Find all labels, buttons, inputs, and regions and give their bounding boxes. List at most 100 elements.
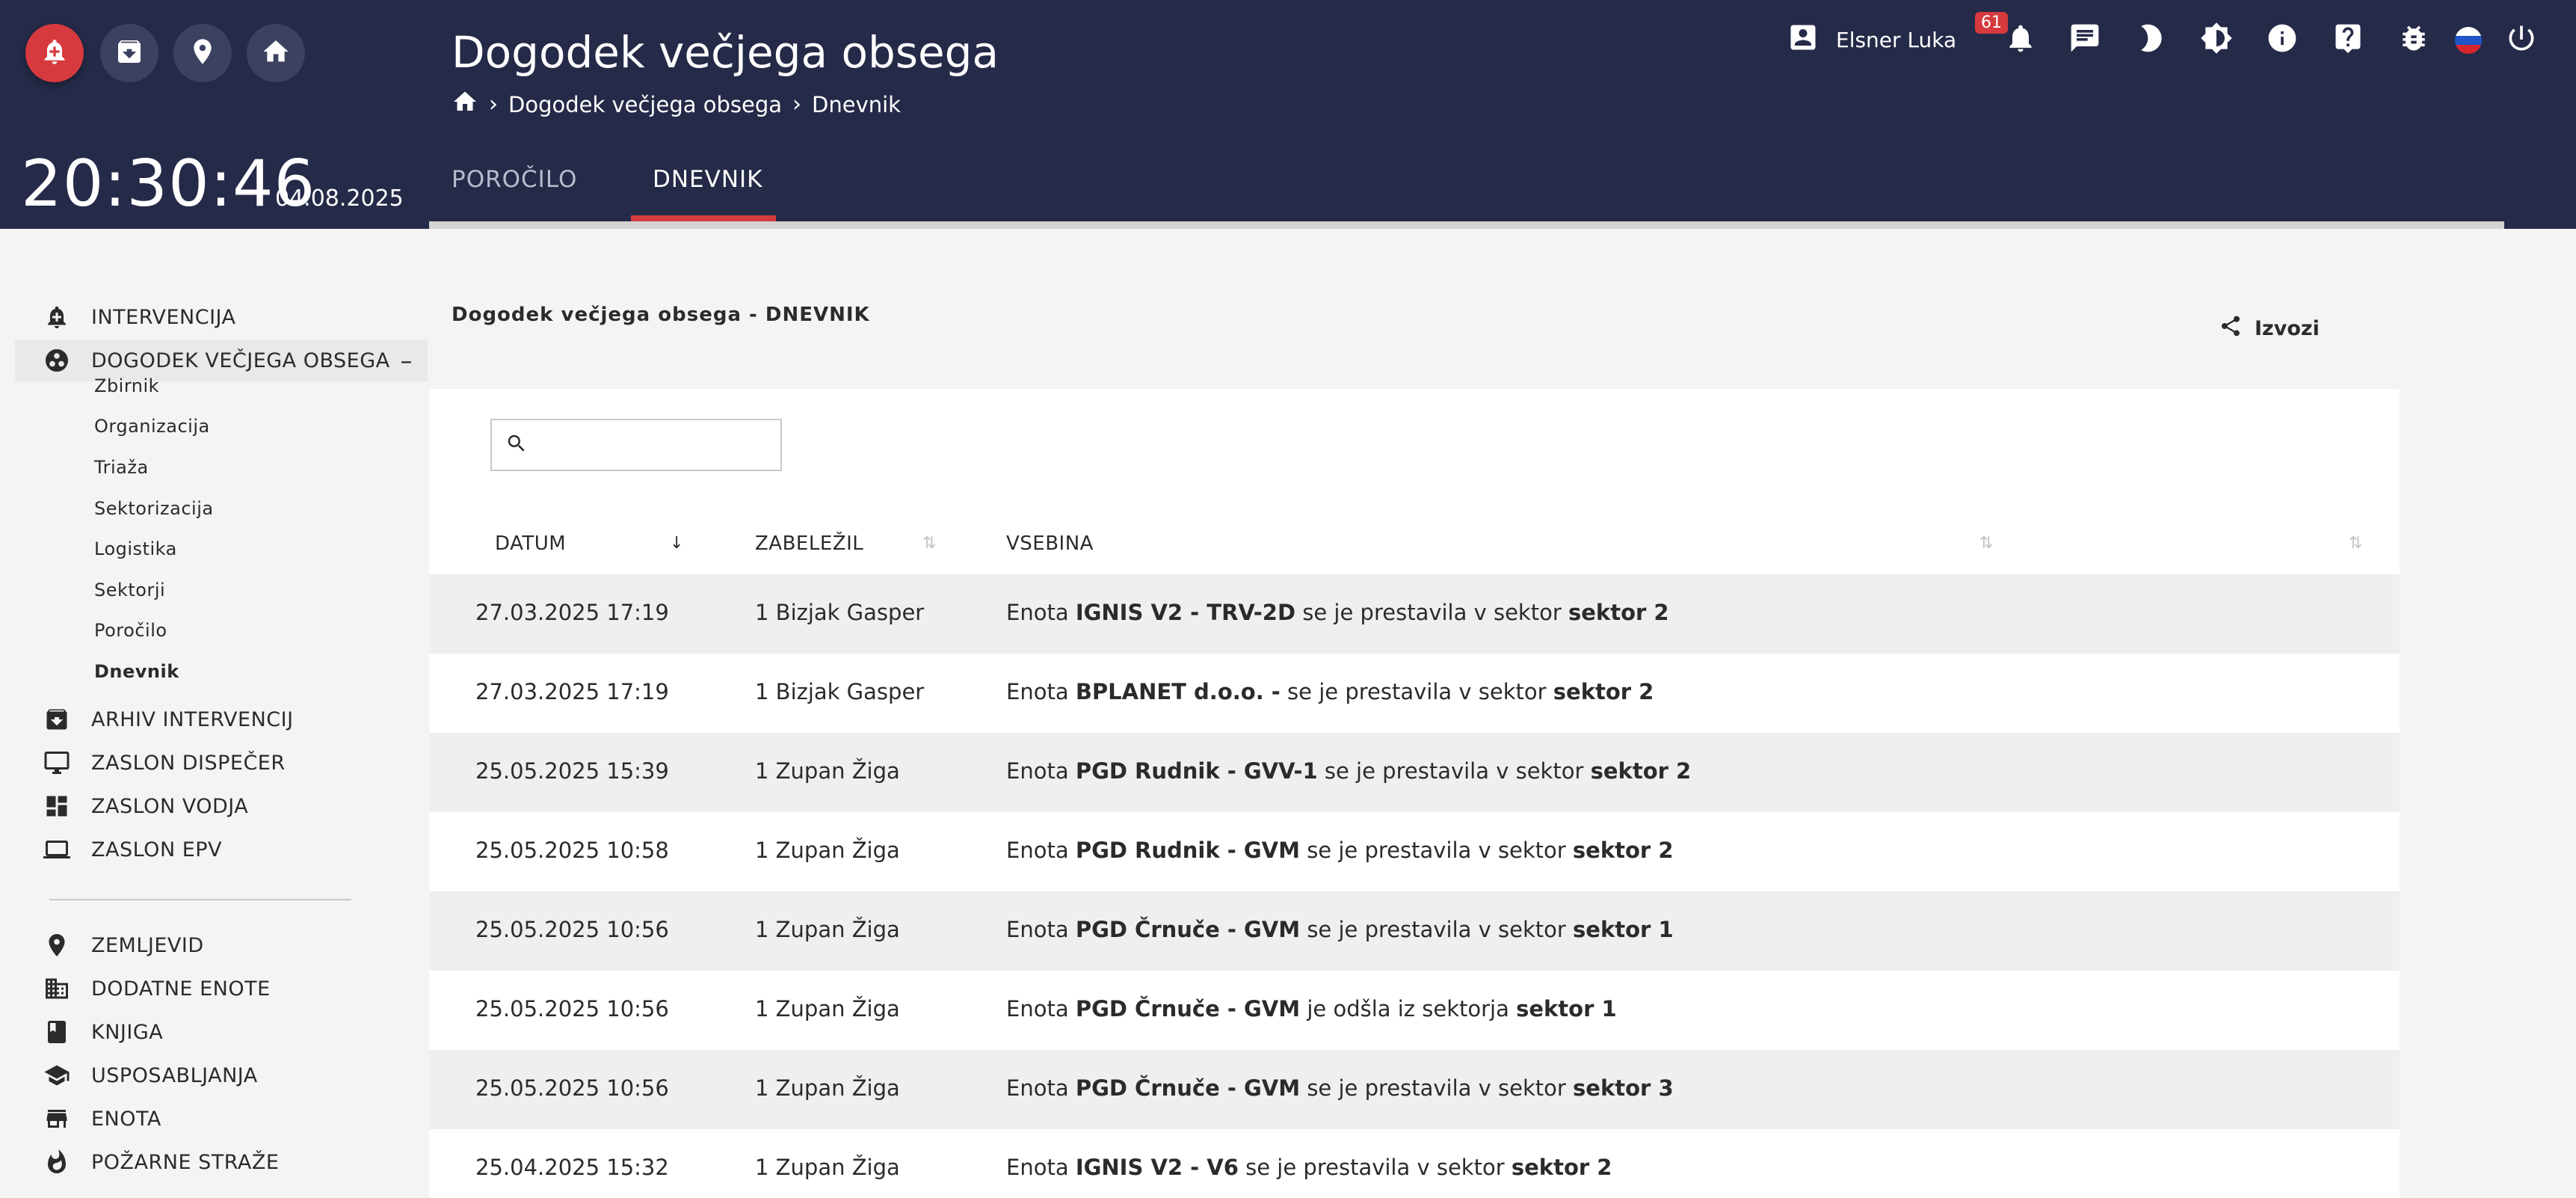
bell-icon <box>2004 22 2037 58</box>
sidebar-item-usposabljanja[interactable]: USPOSABLJANJA <box>0 1054 258 1096</box>
sort-icon[interactable]: ⇅ <box>922 534 936 553</box>
sidebar-item-pozarne-straze[interactable]: POŽARNE STRAŽE <box>0 1141 279 1183</box>
export-button[interactable]: Izvozi <box>2219 314 2320 343</box>
sidebar-subitem-sektorizacija[interactable]: Sektorizacija <box>94 498 214 519</box>
school-icon <box>42 1060 72 1090</box>
home-button[interactable] <box>247 24 305 82</box>
contrast-toggle[interactable] <box>2199 22 2234 57</box>
cell-date: 25.05.2025 10:56 <box>475 917 669 942</box>
alarm-add-icon <box>40 37 70 70</box>
help-button[interactable] <box>2331 22 2365 57</box>
bug-icon <box>2397 22 2430 58</box>
sidebar-item-label: ZASLON VODJA <box>91 794 249 818</box>
chevron-right-icon: › <box>489 91 498 117</box>
sidebar-subitem-triaza[interactable]: Triaža <box>94 457 149 478</box>
table-header: DATUM ↓ ZABELEŽIL ⇅ VSEBINA ⇅ ⇅ <box>429 514 2400 574</box>
logout-button[interactable] <box>2504 22 2539 57</box>
sidebar-subitem-sektorji[interactable]: Sektorji <box>94 580 165 600</box>
sidebar-item-zaslon-dispecer[interactable]: ZASLON DISPEČER <box>0 742 286 784</box>
table-row[interactable]: 25.05.2025 15:39 1 Zupan Žiga Enota PGD … <box>429 733 2400 812</box>
breadcrumb-item[interactable]: Dogodek večjega obsega <box>508 92 782 117</box>
alarm-add-icon <box>42 302 72 332</box>
sidebar: INTERVENCIJA DOGODEK VEČJEGA OBSEGA – Zb… <box>0 229 428 1198</box>
sidebar-item-zemljevid[interactable]: ZEMLJEVID <box>0 924 204 966</box>
messages-button[interactable] <box>2068 22 2102 57</box>
sidebar-item-zaslon-vodja[interactable]: ZASLON VODJA <box>0 785 248 827</box>
sidebar-item-label: ZEMLJEVID <box>91 933 204 957</box>
sidebar-item-label: INTERVENCIJA <box>91 305 236 329</box>
column-header-zabelezil[interactable]: ZABELEŽIL <box>755 532 863 555</box>
cell-recorded-by: 1 Zupan Žiga <box>755 1075 900 1101</box>
slovenia-flag-icon[interactable] <box>2455 27 2482 54</box>
sidebar-item-intervencija[interactable]: INTERVENCIJA <box>0 296 236 338</box>
sidebar-item-zaslon-epv[interactable]: ZASLON EPV <box>0 829 222 870</box>
sidebar-subitem-organizacija[interactable]: Organizacija <box>94 416 210 437</box>
sidebar-item-knjiga[interactable]: KNJIGA <box>0 1011 163 1053</box>
table-row[interactable]: 25.05.2025 10:56 1 Zupan Žiga Enota PGD … <box>429 1050 2400 1129</box>
clock-date: 04.08.2025 <box>275 185 404 212</box>
clock-time: 20:30:46 <box>21 147 316 221</box>
table-row[interactable]: 25.04.2025 15:32 1 Zupan Žiga Enota IGNI… <box>429 1129 2400 1198</box>
cell-recorded-by: 1 Zupan Žiga <box>755 917 900 942</box>
map-button[interactable] <box>173 24 232 82</box>
sidebar-item-arhiv-intervencij[interactable]: ARHIV INTERVENCIJ <box>0 698 294 740</box>
sort-icon[interactable]: ⇅ <box>1979 534 1993 553</box>
notifications-button[interactable] <box>2003 22 2038 57</box>
app-header: 20:30:46 04.08.2025 Dogodek večjega obse… <box>0 0 2576 229</box>
column-header-datum[interactable]: DATUM <box>495 532 566 555</box>
table-row[interactable]: 25.05.2025 10:56 1 Zupan Žiga Enota PGD … <box>429 971 2400 1050</box>
export-label: Izvozi <box>2255 317 2320 340</box>
cell-recorded-by: 1 Bizjak Gasper <box>755 600 925 625</box>
cell-recorded-by: 1 Zupan Žiga <box>755 1155 900 1180</box>
sort-icon[interactable]: ⇅ <box>2349 534 2362 553</box>
info-button[interactable] <box>2265 22 2299 57</box>
cell-recorded-by: 1 Zupan Žiga <box>755 838 900 863</box>
sidebar-item-label: DODATNE ENOTE <box>91 977 271 1001</box>
table-row[interactable]: 25.05.2025 10:58 1 Zupan Žiga Enota PGD … <box>429 812 2400 891</box>
collapse-icon[interactable]: – <box>401 346 413 375</box>
building-icon <box>42 974 72 1004</box>
cell-date: 27.03.2025 17:19 <box>475 600 669 625</box>
sidebar-item-enota[interactable]: ENOTA <box>0 1098 161 1140</box>
sidebar-subitem-porocilo[interactable]: Poročilo <box>94 620 167 641</box>
sidebar-item-label: KNJIGA <box>91 1020 164 1044</box>
monitor-icon <box>42 748 72 778</box>
sidebar-subitem-zbirnik[interactable]: Zbirnik <box>94 375 159 396</box>
help-icon <box>2332 22 2364 58</box>
tab-strip-divider <box>429 221 2504 229</box>
sidebar-item-label: DOGODEK VEČJEGA OBSEGA <box>91 348 390 372</box>
sidebar-item-dogodek-vecjega-obsega[interactable]: DOGODEK VEČJEGA OBSEGA – <box>15 340 428 381</box>
sidebar-subitem-logistika[interactable]: Logistika <box>94 538 177 559</box>
notification-count-badge: 61 <box>1975 12 2008 34</box>
cell-content: Enota PGD Rudnik - GVV-1 se je prestavil… <box>1006 758 1692 784</box>
home-icon <box>261 37 291 70</box>
cell-content: Enota PGD Črnuče - GVM je odšla iz sekto… <box>1006 996 1617 1022</box>
tab-dnevnik[interactable]: DNEVNIK <box>653 166 763 193</box>
archive-icon <box>42 704 72 734</box>
breadcrumb-home-icon[interactable] <box>452 88 478 120</box>
sidebar-item-dodatne-enote[interactable]: DODATNE ENOTE <box>0 968 271 1010</box>
archive-button[interactable] <box>100 24 158 82</box>
account-box-icon <box>1787 21 1836 59</box>
table-row[interactable]: 27.03.2025 17:19 1 Bizjak Gasper Enota I… <box>429 574 2400 654</box>
sort-desc-icon[interactable]: ↓ <box>670 534 683 553</box>
info-icon <box>2266 22 2299 58</box>
dark-mode-toggle[interactable] <box>2133 22 2168 57</box>
table-row[interactable]: 25.05.2025 10:56 1 Zupan Žiga Enota PGD … <box>429 891 2400 971</box>
user-profile[interactable]: Elsner Luka <box>1787 21 1956 59</box>
location-pin-icon <box>42 930 72 960</box>
bug-report-button[interactable] <box>2397 22 2431 57</box>
table-row[interactable]: 27.03.2025 17:19 1 Bizjak Gasper Enota B… <box>429 654 2400 733</box>
search-box[interactable] <box>490 419 782 471</box>
sidebar-subitem-dnevnik[interactable]: Dnevnik <box>94 661 179 682</box>
column-header-vsebina[interactable]: VSEBINA <box>1006 532 1094 555</box>
search-input[interactable] <box>535 433 774 457</box>
new-intervention-button[interactable] <box>25 24 84 82</box>
sidebar-item-label: ENOTA <box>91 1107 161 1131</box>
sidebar-item-label: POŽARNE STRAŽE <box>91 1150 280 1174</box>
cell-content: Enota BPLANET d.o.o. - se je prestavila … <box>1006 679 1654 704</box>
dashboard-icon <box>42 791 72 821</box>
user-name: Elsner Luka <box>1836 28 1957 52</box>
page-title: Dogodek večjega obsega <box>452 27 999 78</box>
tab-porocilo[interactable]: POROČILO <box>452 166 577 193</box>
